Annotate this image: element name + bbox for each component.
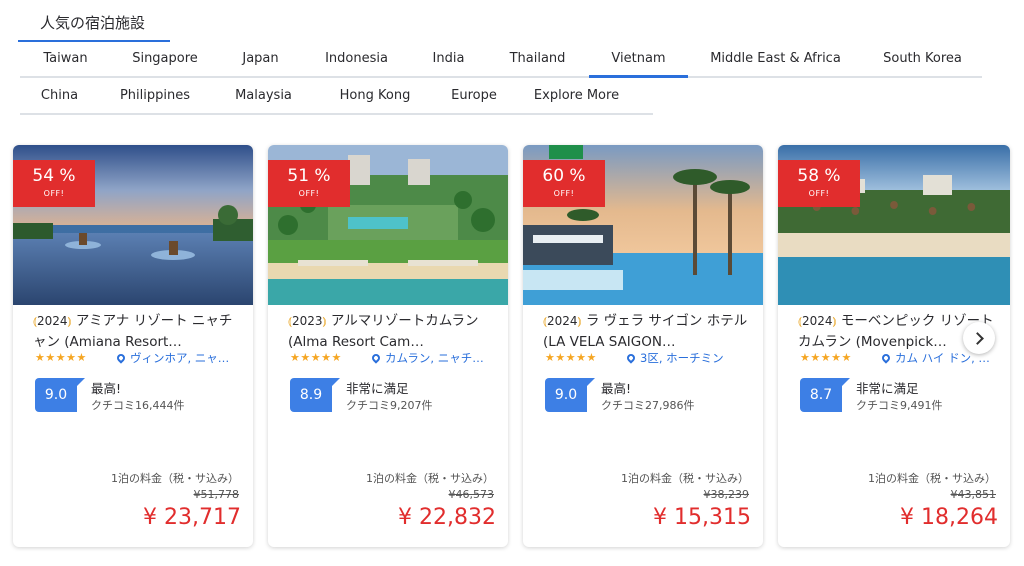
hotel-name-block[interactable]: ⦅2024⦆ アミアナ リゾート ニャチャン (Amiana Resort… bbox=[33, 311, 238, 353]
discounted-price: ¥ 18,264 bbox=[900, 505, 998, 530]
discount-off-label: OFF! bbox=[298, 189, 320, 198]
hotel-location[interactable]: 3区, ホーチミン bbox=[627, 350, 745, 366]
price-label: 1泊の料金（税・サ込み） bbox=[111, 472, 239, 485]
award-year: ⦅2024⦆ bbox=[798, 314, 837, 328]
tab-middle-east-africa[interactable]: Middle East & Africa bbox=[688, 43, 863, 76]
review-count: クチコミ9,207件 bbox=[346, 399, 433, 412]
hotel-card[interactable]: 51 % OFF! ⦅2023⦆ アルマリゾートカムラン (Alma Resor… bbox=[268, 145, 508, 547]
award-year: ⦅2023⦆ bbox=[288, 314, 327, 328]
review-count: クチコミ27,986件 bbox=[601, 399, 695, 412]
tab-thailand[interactable]: Thailand bbox=[486, 43, 589, 76]
discount-badge: 58 % OFF! bbox=[778, 160, 860, 207]
discount-percent: 60 % bbox=[542, 166, 586, 186]
discounted-price: ¥ 15,315 bbox=[653, 505, 751, 530]
tab-taiwan[interactable]: Taiwan bbox=[20, 43, 111, 76]
original-price: ¥46,573 bbox=[448, 488, 495, 501]
discounted-price: ¥ 22,832 bbox=[398, 505, 496, 530]
tab-explore-more[interactable]: Explore More bbox=[514, 80, 639, 113]
carousel-next-button[interactable] bbox=[963, 322, 995, 354]
rating-text: 非常に満足 bbox=[346, 381, 409, 396]
discount-percent: 51 % bbox=[287, 166, 331, 186]
discounted-price: ¥ 23,717 bbox=[143, 505, 241, 530]
section-title-underline bbox=[18, 40, 170, 42]
map-pin-icon bbox=[372, 352, 382, 364]
original-price: ¥38,239 bbox=[703, 488, 750, 501]
award-year: ⦅2024⦆ bbox=[33, 314, 72, 328]
tab-indonesia[interactable]: Indonesia bbox=[302, 43, 411, 76]
map-pin-icon bbox=[627, 352, 637, 364]
rating-text: 非常に満足 bbox=[856, 381, 919, 396]
tab-india[interactable]: India bbox=[411, 43, 486, 76]
hotel-name-block[interactable]: ⦅2024⦆ ラ ヴェラ サイゴン ホテル (LA VELA SAIGON… bbox=[543, 311, 748, 353]
award-year: ⦅2024⦆ bbox=[543, 314, 582, 328]
rating-text: 最高! bbox=[601, 381, 632, 396]
review-score: 8.9 bbox=[290, 378, 340, 412]
hotel-location[interactable]: カムラン, ニャチ… bbox=[372, 350, 490, 366]
tab-singapore[interactable]: Singapore bbox=[111, 43, 219, 76]
discount-badge: 60 % OFF! bbox=[523, 160, 605, 207]
price-label: 1泊の料金（税・サ込み） bbox=[621, 472, 749, 485]
hotel-name-block[interactable]: ⦅2023⦆ アルマリゾートカムラン (Alma Resort Cam… bbox=[288, 311, 493, 353]
review-count: クチコミ16,444件 bbox=[91, 399, 185, 412]
original-price: ¥43,851 bbox=[950, 488, 997, 501]
tab-hong-kong[interactable]: Hong Kong bbox=[316, 80, 434, 113]
discount-off-label: OFF! bbox=[43, 189, 65, 198]
tab-malaysia[interactable]: Malaysia bbox=[211, 80, 316, 113]
tab-vietnam[interactable]: Vietnam bbox=[589, 43, 688, 78]
rating-text: 最高! bbox=[91, 381, 122, 396]
discount-percent: 54 % bbox=[32, 166, 76, 186]
tab-south-korea[interactable]: South Korea bbox=[863, 43, 982, 76]
map-pin-icon bbox=[882, 352, 892, 364]
star-rating: ★★★★★ bbox=[800, 351, 852, 364]
country-tabs-row-1: Taiwan Singapore Japan Indonesia India T… bbox=[20, 45, 982, 78]
discount-off-label: OFF! bbox=[553, 189, 575, 198]
discount-off-label: OFF! bbox=[808, 189, 830, 198]
review-count: クチコミ9,491件 bbox=[856, 399, 943, 412]
discount-percent: 58 % bbox=[797, 166, 841, 186]
review-score: 8.7 bbox=[800, 378, 850, 412]
country-tabs-row-2: China Philippines Malaysia Hong Kong Eur… bbox=[20, 82, 653, 115]
review-score: 9.0 bbox=[545, 378, 595, 412]
section-title: 人気の宿泊施設 bbox=[40, 14, 146, 32]
price-label: 1泊の料金（税・サ込み） bbox=[366, 472, 494, 485]
review-score: 9.0 bbox=[35, 378, 85, 412]
hotel-card[interactable]: 54 % OFF! ⦅2024⦆ アミアナ リゾート ニャチャン (Amiana… bbox=[13, 145, 253, 547]
tab-europe[interactable]: Europe bbox=[434, 80, 514, 113]
star-rating: ★★★★★ bbox=[35, 351, 87, 364]
tab-japan[interactable]: Japan bbox=[219, 43, 302, 76]
star-rating: ★★★★★ bbox=[545, 351, 597, 364]
map-pin-icon bbox=[117, 352, 127, 364]
star-rating: ★★★★★ bbox=[290, 351, 342, 364]
discount-badge: 51 % OFF! bbox=[268, 160, 350, 207]
discount-badge: 54 % OFF! bbox=[13, 160, 95, 207]
chevron-right-icon bbox=[970, 331, 984, 345]
hotel-location[interactable]: ヴィンホア, ニャ… bbox=[117, 350, 235, 366]
hotel-card[interactable]: 60 % OFF! ⦅2024⦆ ラ ヴェラ サイゴン ホテル (LA VELA… bbox=[523, 145, 763, 547]
tab-philippines[interactable]: Philippines bbox=[99, 80, 211, 113]
original-price: ¥51,778 bbox=[193, 488, 240, 501]
price-label: 1泊の料金（税・サ込み） bbox=[868, 472, 996, 485]
tab-china[interactable]: China bbox=[20, 80, 99, 113]
